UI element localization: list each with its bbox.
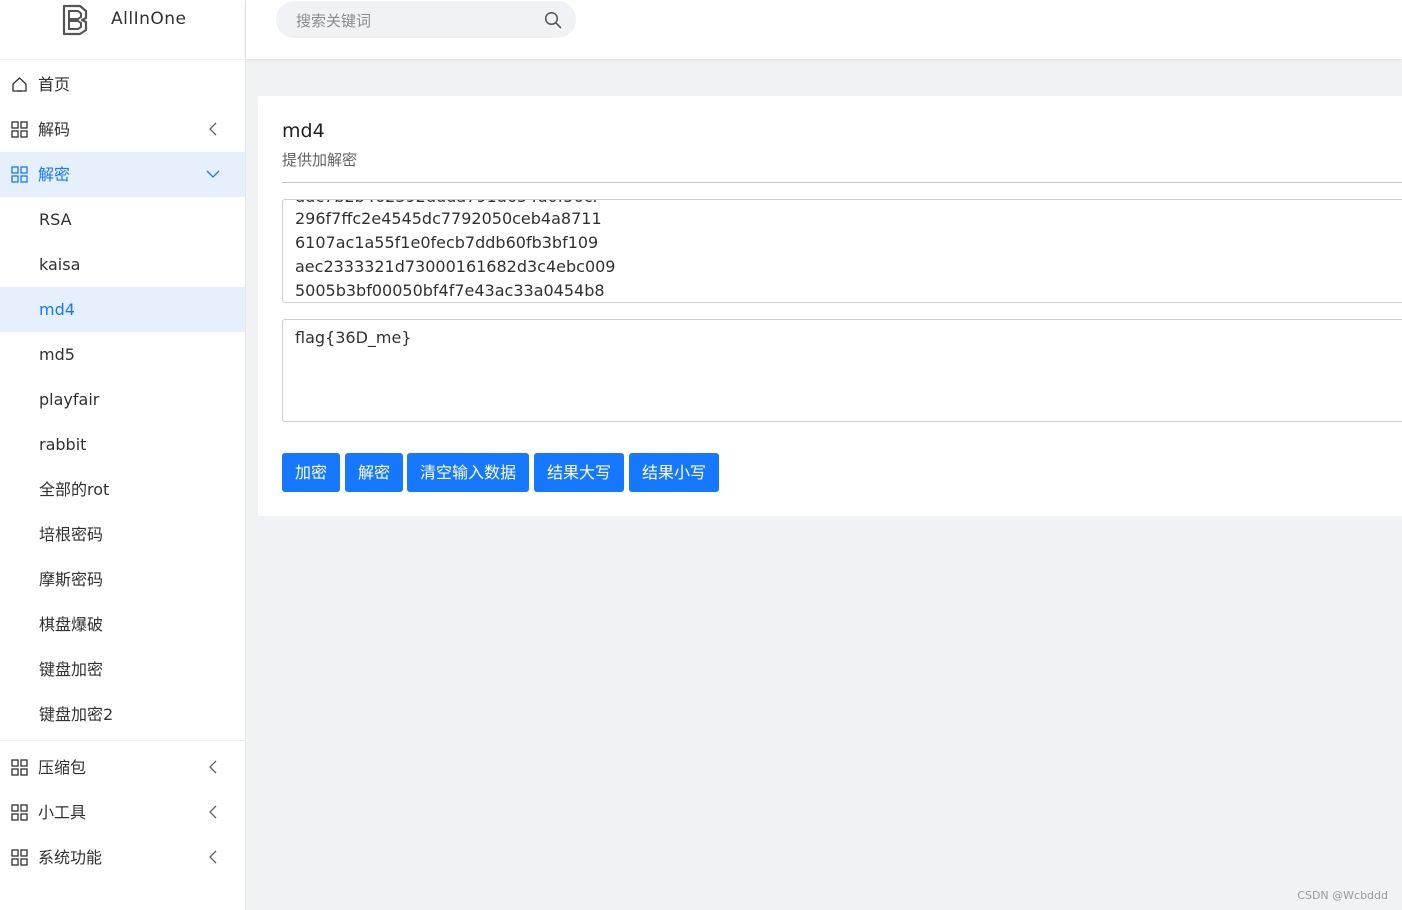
input-line: 6107ac1a55f1e0fecb7ddb60fb3bf109 bbox=[295, 233, 599, 252]
input-line: 5005b3bf00050bf4f7e43ac33a0454b8 bbox=[295, 281, 605, 300]
chevron-left-icon bbox=[209, 805, 217, 819]
grid-icon bbox=[11, 804, 28, 821]
logo-icon bbox=[62, 4, 88, 36]
sidebar-subitem-keyboard[interactable]: 键盘加密 bbox=[0, 647, 245, 692]
tool-card: md4 提供加解密 ddc7b2b462392ddda791d654d0f56c… bbox=[258, 96, 1402, 516]
sidebar-item-decode[interactable]: 解码 bbox=[0, 107, 245, 152]
input-textarea[interactable]: ddc7b2b462392ddda791d654d0f56cf 296f7ffc… bbox=[282, 199, 1402, 303]
input-line: 296f7ffc2e4545dc7792050ceb4a8711 bbox=[295, 209, 602, 228]
output-textarea[interactable]: flag{36D_me} bbox=[282, 319, 1402, 422]
search-input[interactable] bbox=[294, 1, 538, 40]
sidebar-item-home[interactable]: 首页 bbox=[0, 62, 245, 107]
sidebar: AllInOne 首页 解码 解密 RSA kaisa md4 md5 play… bbox=[0, 0, 246, 910]
sidebar-subitem-bacon[interactable]: 培根密码 bbox=[0, 512, 245, 557]
sidebar-menu: 首页 解码 解密 RSA kaisa md4 md5 playfair rabb… bbox=[0, 62, 245, 880]
sidebar-subitem-label: 棋盘爆破 bbox=[39, 615, 104, 634]
decrypt-button[interactable]: 解密 bbox=[345, 453, 403, 492]
sidebar-subitem-playfair[interactable]: playfair bbox=[0, 377, 245, 422]
sidebar-item-decrypt[interactable]: 解密 bbox=[0, 152, 245, 197]
sidebar-item-label: 压缩包 bbox=[38, 758, 87, 777]
sidebar-item-label: 解码 bbox=[38, 120, 71, 139]
sidebar-item-tools[interactable]: 小工具 bbox=[0, 790, 245, 835]
search-icon[interactable] bbox=[544, 11, 562, 29]
chevron-left-icon bbox=[209, 122, 217, 136]
sidebar-item-label: 首页 bbox=[38, 75, 71, 94]
sidebar-subitem-label: rabbit bbox=[39, 435, 87, 454]
sidebar-subitem-kaisa[interactable]: kaisa bbox=[0, 242, 245, 287]
sidebar-subitem-rot[interactable]: 全部的rot bbox=[0, 467, 245, 512]
output-text: flag{36D_me} bbox=[295, 328, 412, 347]
brand: AllInOne bbox=[0, 0, 245, 60]
sidebar-subitem-rsa[interactable]: RSA bbox=[0, 197, 245, 242]
sidebar-subitem-md4[interactable]: md4 bbox=[0, 287, 245, 332]
sidebar-item-archive[interactable]: 压缩包 bbox=[0, 745, 245, 790]
app-name: AllInOne bbox=[111, 9, 187, 29]
page-subtitle: 提供加解密 bbox=[282, 151, 358, 169]
chevron-left-icon bbox=[209, 850, 217, 864]
menu-divider bbox=[0, 740, 245, 741]
sidebar-subitem-label: md5 bbox=[39, 345, 75, 364]
sidebar-subitem-label: 键盘加密 bbox=[39, 660, 104, 679]
sidebar-subitem-label: md4 bbox=[39, 300, 75, 319]
sidebar-subitem-label: playfair bbox=[39, 390, 100, 409]
sidebar-subitem-morse[interactable]: 摩斯密码 bbox=[0, 557, 245, 602]
uppercase-result-button[interactable]: 结果大写 bbox=[534, 453, 624, 492]
sidebar-subitem-label: 摩斯密码 bbox=[39, 570, 104, 589]
sidebar-subitem-label: RSA bbox=[39, 210, 72, 229]
home-icon bbox=[12, 77, 27, 92]
sidebar-item-label: 小工具 bbox=[38, 803, 87, 822]
top-header bbox=[246, 0, 1402, 59]
sidebar-item-label: 系统功能 bbox=[38, 848, 103, 867]
page-title: md4 bbox=[282, 120, 325, 142]
grid-icon bbox=[11, 759, 28, 776]
grid-icon bbox=[11, 849, 28, 866]
sidebar-subitem-checkerboard[interactable]: 棋盘爆破 bbox=[0, 602, 245, 647]
sidebar-subitem-rabbit[interactable]: rabbit bbox=[0, 422, 245, 467]
clear-input-button[interactable]: 清空输入数据 bbox=[407, 453, 529, 492]
encrypt-button[interactable]: 加密 bbox=[282, 453, 340, 492]
input-line: ddc7b2b462392ddda791d654d0f56cf bbox=[295, 200, 598, 206]
sidebar-subitem-label: 键盘加密2 bbox=[39, 705, 114, 724]
sidebar-item-system[interactable]: 系统功能 bbox=[0, 835, 245, 880]
chevron-down-icon bbox=[206, 170, 220, 178]
sidebar-subitem-md5[interactable]: md5 bbox=[0, 332, 245, 377]
sidebar-subitem-label: 培根密码 bbox=[39, 525, 104, 544]
grid-icon bbox=[11, 121, 28, 138]
sidebar-subitem-label: kaisa bbox=[39, 255, 81, 274]
sidebar-item-label: 解密 bbox=[38, 165, 71, 184]
sidebar-subitem-label: 全部的rot bbox=[39, 480, 110, 499]
divider bbox=[282, 182, 1402, 183]
input-line: aec2333321d73000161682d3c4ebc009 bbox=[295, 257, 616, 276]
watermark: CSDN @Wcbddd bbox=[1297, 889, 1388, 902]
chevron-left-icon bbox=[209, 760, 217, 774]
sidebar-subitem-keyboard2[interactable]: 键盘加密2 bbox=[0, 692, 245, 737]
grid-icon bbox=[11, 166, 28, 183]
lowercase-result-button[interactable]: 结果小写 bbox=[629, 453, 719, 492]
search-box bbox=[276, 1, 576, 40]
